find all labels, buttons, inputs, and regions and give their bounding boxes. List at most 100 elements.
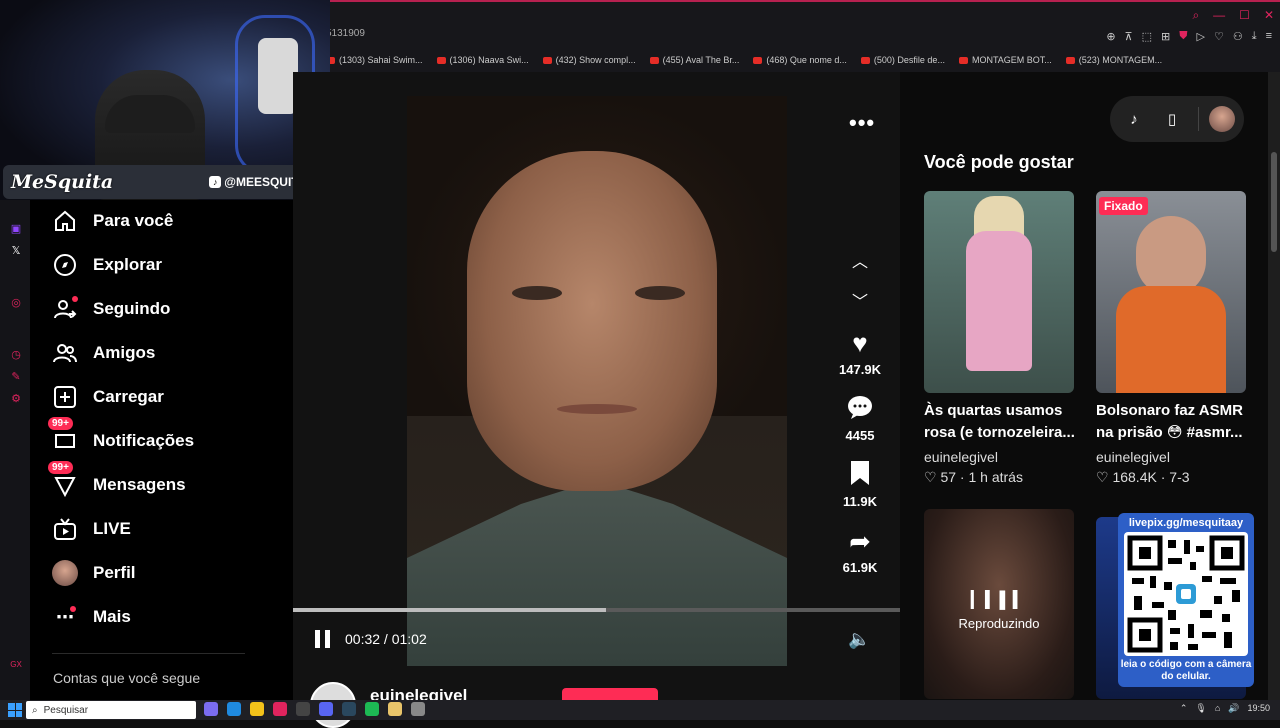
heart-outline-icon: ♡	[924, 469, 937, 485]
avatar[interactable]	[1209, 106, 1235, 132]
heart-icon: ♥	[852, 328, 868, 358]
app-icon[interactable]	[411, 702, 425, 716]
share-arrow-icon: ➦	[849, 526, 871, 556]
previous-video-button[interactable]: ︿	[850, 248, 870, 271]
copilot-icon[interactable]	[204, 702, 218, 716]
x-icon[interactable]: 𝕏	[9, 244, 23, 258]
youtube-icon	[1065, 56, 1075, 64]
play-icon[interactable]: ▷	[1196, 30, 1204, 43]
steam-icon[interactable]	[342, 702, 356, 716]
phone-icon[interactable]: ▯	[1158, 110, 1186, 128]
zoom-icon[interactable]: ⊕	[1106, 30, 1115, 43]
top-right-controls: ♪ ▯	[1110, 96, 1244, 142]
video-thumbnail[interactable]	[1096, 191, 1246, 393]
shield-icon[interactable]: ⛊	[1179, 30, 1187, 43]
sidebar-item-amigos[interactable]: Amigos	[52, 338, 155, 368]
sidebar-item-perfil[interactable]: Perfil	[52, 558, 136, 588]
messages-icon: 99+	[48, 461, 78, 498]
pause-button[interactable]	[315, 630, 333, 648]
pin-icon[interactable]: ⊼	[1125, 30, 1133, 43]
sidebar-item-para-voce[interactable]: Para você	[52, 206, 173, 236]
page-scrollbar[interactable]	[1268, 72, 1280, 700]
youtube-icon	[542, 56, 552, 64]
discord-icon[interactable]	[319, 702, 333, 716]
history-icon[interactable]: ◷	[9, 348, 23, 362]
scrollbar-thumb[interactable]	[1271, 152, 1277, 252]
bookmark-item[interactable]: (455) Aval The Br...	[649, 52, 739, 68]
snapshot-icon[interactable]: ⬚	[1142, 30, 1152, 43]
like-action[interactable]: ♥ 147.9K	[830, 328, 890, 377]
sidebar-item-seguindo[interactable]: Seguindo	[52, 294, 170, 324]
easy-setup-icon[interactable]: ⊞	[1161, 30, 1170, 43]
sidebar-item-mensagens[interactable]: 99+ Mensagens	[48, 461, 186, 500]
edge-icon[interactable]	[227, 702, 241, 716]
start-button[interactable]	[8, 703, 22, 717]
bookmark-item[interactable]: (1306) Naava Swi...	[436, 52, 529, 68]
video-thumbnail[interactable]	[924, 191, 1074, 393]
tiktok-sidebar: Para você Explorar Seguindo Amigos Carre…	[30, 200, 293, 700]
next-video-button[interactable]: ﹀	[850, 288, 870, 311]
time-display: 00:32 / 01:02	[345, 631, 427, 647]
more-options-button[interactable]: •••	[849, 110, 875, 136]
stream-banner: MeSquita ♪ @MEESQUIT_A	[3, 165, 328, 199]
video-card-title[interactable]: Bolsonaro faz ASMR na prisão 😳 #asmr...	[1096, 400, 1254, 444]
notification-badge: 99+	[48, 417, 73, 430]
obs-icon[interactable]	[296, 702, 310, 716]
sidebar-item-explorar[interactable]: Explorar	[52, 250, 162, 280]
window-controls: ⌕ — ☐ ✕	[1192, 8, 1274, 23]
spotify-icon[interactable]	[365, 702, 379, 716]
video-card-user[interactable]: euinelegivel	[924, 449, 998, 465]
bookmark-item[interactable]: (468) Que nome d...	[753, 52, 847, 68]
video-frame-mouth	[557, 404, 637, 414]
settings-icon[interactable]: ⚙	[9, 392, 23, 406]
app-icon[interactable]	[388, 702, 402, 716]
webcam-overlay: MeSquita ♪ @MEESQUIT_A	[0, 0, 330, 200]
instagram-icon[interactable]: ◎	[9, 296, 23, 310]
taskbar-search[interactable]: ⌕ Pesquisar	[26, 701, 196, 719]
bookmark-item[interactable]: (500) Desfile de...	[860, 52, 945, 68]
sidebar-item-mais[interactable]: ⋯ Mais	[52, 602, 131, 632]
file-explorer-icon[interactable]	[250, 702, 264, 716]
gx-icon[interactable]: GX	[9, 658, 23, 672]
mic-icon[interactable]: 🎙	[1195, 703, 1206, 714]
close-button[interactable]: ✕	[1264, 8, 1274, 23]
extensions-icon[interactable]: ✎	[9, 370, 23, 384]
menu-icon[interactable]: ≡	[1266, 30, 1272, 43]
video-card-title[interactable]: Às quartas usamos rosa (e tornozeleira..…	[924, 400, 1082, 444]
minimize-button[interactable]: —	[1213, 8, 1225, 23]
recommendations-title: Você pode gostar	[924, 152, 1074, 172]
sidebar-item-notificacoes[interactable]: 99+ Notificações	[48, 417, 194, 456]
qr-code	[1124, 532, 1248, 656]
divider	[1198, 107, 1199, 131]
favorite-heart-icon[interactable]: ♡	[1214, 30, 1224, 43]
chevron-up-icon[interactable]: ⌃	[1180, 703, 1188, 714]
opera-gx-icon[interactable]	[273, 702, 287, 716]
maximize-button[interactable]: ☐	[1239, 8, 1250, 23]
pinned-badge: Fixado	[1099, 197, 1148, 215]
tiktok-icon[interactable]: ♪	[1120, 111, 1148, 128]
avatar	[52, 560, 78, 586]
volume-icon[interactable]: 🔈	[848, 629, 870, 650]
comment-action[interactable]: 4455	[830, 394, 890, 443]
clock[interactable]: 19:50	[1247, 703, 1270, 714]
twitch-icon[interactable]: ▣	[9, 222, 23, 236]
inbox-icon: 99+	[48, 417, 78, 454]
bookmark-item[interactable]: (1303) Sahai Swim...	[326, 52, 423, 68]
sidebar-item-carregar[interactable]: Carregar	[52, 382, 164, 412]
video-card-user[interactable]: euinelegivel	[1096, 449, 1170, 465]
sidebar-item-live[interactable]: LIVE	[52, 514, 131, 544]
speaker-icon[interactable]: 🔊	[1228, 703, 1239, 714]
share-action[interactable]: ➦ 61.9K	[830, 526, 890, 575]
search-icon[interactable]: ⌕	[1192, 8, 1199, 23]
bookmark-item[interactable]: (432) Show compl...	[542, 52, 636, 68]
save-action[interactable]: 11.9K	[830, 460, 890, 509]
address-bar[interactable]: 5131909	[326, 28, 365, 46]
bookmark-item[interactable]: MONTAGEM BOT...	[958, 52, 1052, 68]
bookmark-item[interactable]: (523) MONTAGEM...	[1065, 52, 1162, 68]
video-card-meta: ♡ 57 · 1 h atrás	[924, 469, 1023, 485]
account-icon[interactable]: ⚇	[1233, 30, 1243, 43]
video-card-meta: ♡ 168.4K · 7-3	[1096, 469, 1190, 485]
download-icon[interactable]: ⤓	[1252, 30, 1257, 43]
video-player[interactable]	[407, 96, 787, 666]
network-icon[interactable]: ⌂	[1215, 703, 1220, 714]
